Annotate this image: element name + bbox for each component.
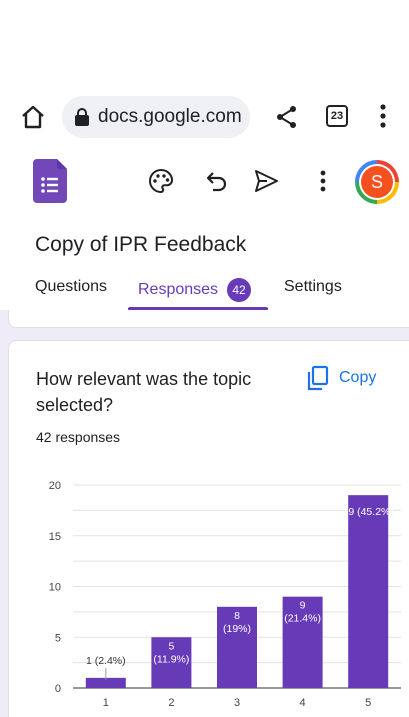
avatar[interactable]: S	[355, 160, 399, 204]
data-label: 1 (2.4%)	[86, 655, 126, 667]
tab-switcher-button[interactable]: 23	[326, 105, 348, 127]
more-options-icon[interactable]	[316, 168, 330, 194]
previous-card	[8, 310, 409, 328]
home-icon[interactable]	[20, 104, 46, 130]
y-tick-label: 5	[55, 632, 61, 644]
copy-chart-button[interactable]: Copy	[307, 363, 376, 393]
responses-count-badge: 42	[227, 278, 252, 302]
x-tick-label: 2	[168, 697, 174, 709]
google-forms-logo-icon	[33, 159, 67, 203]
tab-responses[interactable]: Responses 42	[138, 278, 252, 302]
y-tick-label: 20	[49, 480, 61, 492]
data-label: 8	[234, 610, 240, 622]
browser-toolbar: docs.google.com 23	[0, 90, 409, 144]
undo-icon[interactable]	[205, 169, 229, 193]
avatar-letter: S	[361, 166, 393, 198]
browser-menu-icon[interactable]	[376, 102, 390, 130]
copy-label: Copy	[339, 369, 377, 386]
y-tick-label: 0	[55, 683, 61, 695]
tab-responses-label: Responses	[138, 281, 219, 298]
x-tick-label: 5	[365, 697, 371, 709]
data-label: (11.9%)	[153, 653, 189, 665]
tab-bar: Questions Responses 42 Settings	[0, 270, 409, 312]
data-label: 9	[300, 600, 306, 612]
bar	[348, 495, 389, 688]
data-label: 19 (45.2%)	[343, 506, 394, 518]
x-tick-label: 1	[103, 697, 109, 709]
app-toolbar: S	[0, 144, 409, 224]
question-summary-card: How relevant was the topic selected? Cop…	[8, 340, 409, 717]
status-bar	[0, 0, 409, 90]
tab-settings[interactable]: Settings	[284, 278, 342, 296]
x-tick-label: 4	[300, 697, 306, 709]
share-icon[interactable]	[274, 104, 300, 130]
y-tick-label: 10	[49, 582, 61, 594]
palette-icon[interactable]	[147, 167, 175, 195]
send-icon[interactable]	[253, 168, 279, 194]
responses-count: 42 responses	[36, 429, 121, 445]
data-label: 5	[168, 640, 174, 652]
lock-icon	[74, 108, 90, 126]
data-label: (21.4%)	[284, 613, 321, 625]
data-label: (19%)	[223, 623, 251, 635]
question-title: How relevant was the topic selected?	[36, 369, 252, 415]
chart-canvas: 0510152011 (2.4%)25(11.9%)38(19%)49(21.4…	[49, 480, 401, 709]
url-text: docs.google.com	[98, 106, 242, 127]
x-tick-label: 3	[234, 697, 240, 709]
bar-chart: 0 5 10 15 20 1 1 (2.4%) 2 5 (11.9%) 3 8 (19%) 4 9 (21.4…	[9, 461, 409, 717]
tab-questions[interactable]: Questions	[35, 278, 107, 296]
address-bar[interactable]: docs.google.com	[62, 96, 250, 138]
document-title[interactable]: Copy of IPR Feedback	[35, 233, 246, 257]
y-tick-label: 15	[49, 531, 61, 543]
copy-icon	[307, 365, 329, 391]
